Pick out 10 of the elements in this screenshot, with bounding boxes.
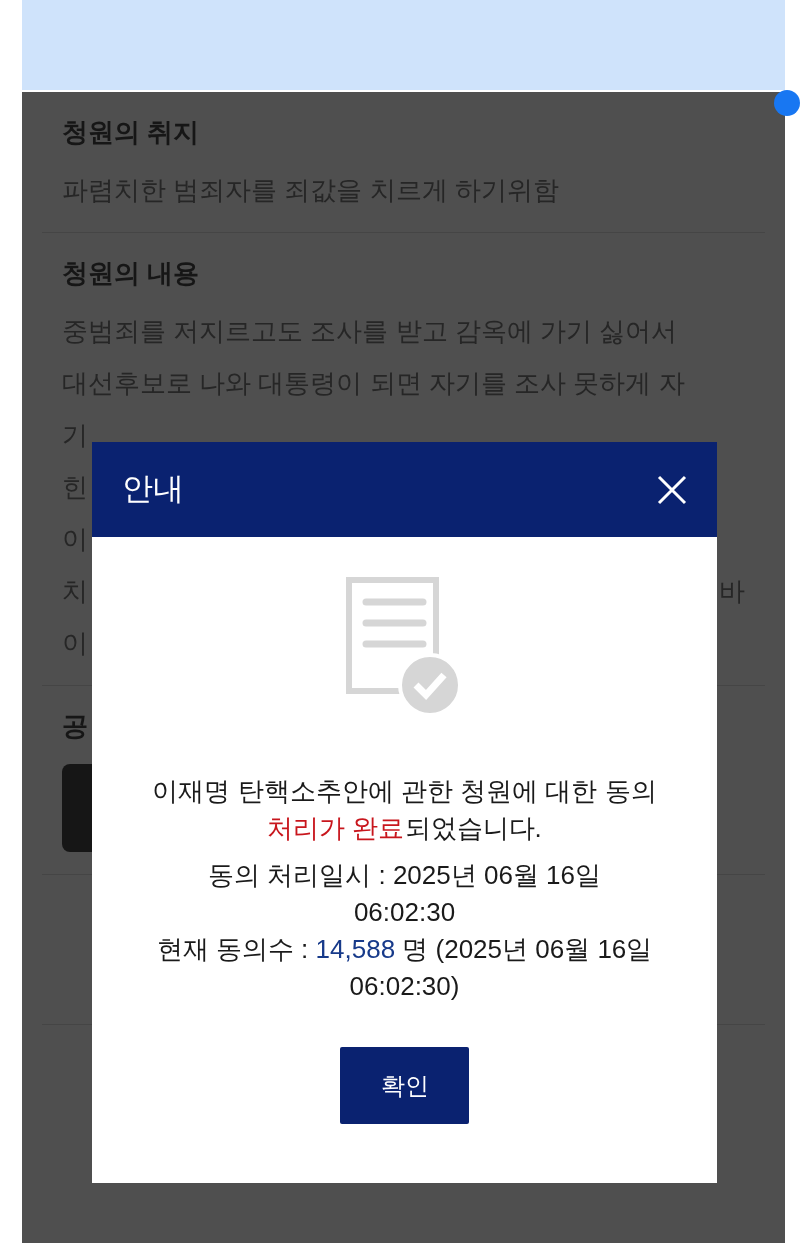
confirm-button[interactable]: 확인: [340, 1047, 469, 1124]
selection-handle[interactable]: [774, 90, 800, 116]
dialog-title: 안내: [122, 470, 184, 509]
section-heading: 청원의 취지: [62, 116, 201, 149]
section-heading: 공: [62, 710, 89, 743]
processed-time-text: 동의 처리일시 : 2025년 06월 16일 06:02:30: [207, 859, 602, 929]
close-icon[interactable]: [657, 474, 687, 505]
section-heading: 청원의 내용: [62, 257, 201, 290]
agree-count-text: 현재 동의수 : 14,588 명 (2025년 06월 16일 06:02:30): [155, 933, 654, 1003]
message-text: 이재명 탄핵소추안에 관한 청원에 대한 동의 처리가 완료되었습니다.: [151, 775, 658, 845]
